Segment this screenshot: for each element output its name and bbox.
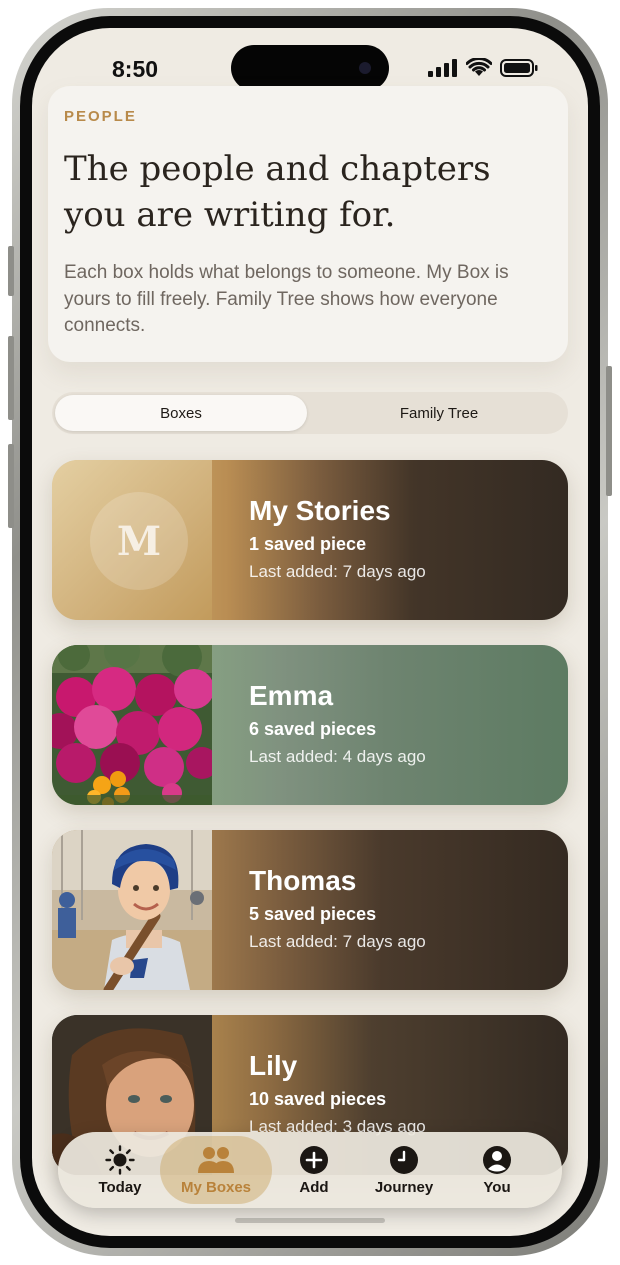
box-last-added: Last added: 7 days ago — [249, 932, 426, 951]
box-name: Lily — [249, 1050, 298, 1081]
tab-add[interactable]: Add — [272, 1132, 356, 1208]
status-icons — [428, 58, 538, 78]
tab-label: You — [483, 1178, 511, 1196]
segment-family-tree[interactable]: Family Tree — [314, 395, 564, 431]
box-last-added: Last added: 7 days ago — [249, 562, 426, 581]
volume-up-button — [8, 336, 14, 420]
front-camera — [359, 62, 371, 74]
box-name: Emma — [249, 680, 334, 711]
page-description: Each box holds what belongs to someone. … — [64, 262, 509, 336]
clock-icon — [390, 1145, 418, 1174]
tab-journey[interactable]: Journey — [356, 1132, 452, 1208]
tab-label: My Boxes — [180, 1178, 252, 1196]
box-count: 10 saved pieces — [249, 1089, 387, 1109]
page-title: The people and chapters you are writing … — [64, 149, 491, 235]
battery-icon — [500, 59, 538, 77]
volume-down-button — [8, 444, 14, 528]
tab-today[interactable]: Today — [80, 1132, 160, 1208]
box-card-my-stories[interactable]: M My Stories 1 saved piece Last added: 7… — [52, 460, 568, 620]
flower-photo — [52, 645, 212, 805]
segment-boxes[interactable]: Boxes — [55, 395, 307, 431]
box-count: 1 saved piece — [249, 534, 367, 554]
view-segmented-control: Boxes Family Tree — [52, 392, 568, 434]
tab-bar: Today My Boxes Add Journey You — [58, 1132, 562, 1208]
screen: 8:50 PEOPLE The people and chapters you … — [32, 28, 588, 1236]
action-button — [8, 246, 14, 296]
wifi-icon — [466, 58, 492, 76]
monogram-avatar: M — [90, 492, 188, 590]
people-icon — [198, 1146, 234, 1173]
section-eyebrow: PEOPLE — [64, 108, 137, 125]
tab-you[interactable]: You — [452, 1132, 542, 1208]
power-button — [606, 366, 612, 496]
dynamic-island — [231, 45, 389, 91]
box-last-added: Last added: 4 days ago — [249, 747, 426, 766]
status-time: 8:50 — [112, 56, 159, 82]
box-card-text: Lily 10 saved pieces Last added: 3 days … — [249, 1049, 426, 1139]
cellular-signal-icon — [428, 59, 457, 77]
tab-label: Add — [299, 1178, 329, 1196]
plus-circle-icon — [300, 1145, 328, 1174]
box-name: My Stories — [249, 495, 391, 526]
box-card-thomas[interactable]: Thomas 5 saved pieces Last added: 7 days… — [52, 830, 568, 990]
box-count: 6 saved pieces — [249, 719, 377, 739]
box-card-text: Emma 6 saved pieces Last added: 4 days a… — [249, 679, 426, 769]
box-card-text: Thomas 5 saved pieces Last added: 7 days… — [249, 864, 426, 954]
home-indicator — [235, 1218, 385, 1223]
tab-my-boxes[interactable]: My Boxes — [160, 1136, 272, 1204]
box-name: Thomas — [249, 865, 357, 896]
box-card-emma[interactable]: Emma 6 saved pieces Last added: 4 days a… — [52, 645, 568, 805]
box-count: 5 saved pieces — [249, 904, 377, 924]
tab-label: Journey — [374, 1178, 434, 1196]
person-circle-icon — [483, 1145, 511, 1174]
tab-label: Today — [98, 1178, 142, 1196]
box-card-text: My Stories 1 saved piece Last added: 7 d… — [249, 494, 426, 584]
sun-icon — [105, 1144, 135, 1175]
boy-baseball-photo — [52, 830, 212, 990]
